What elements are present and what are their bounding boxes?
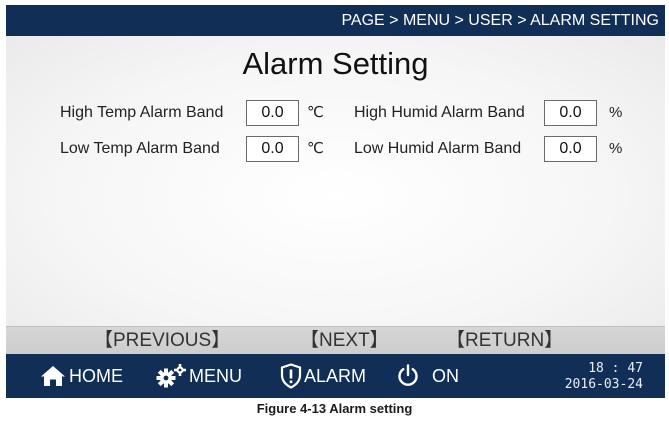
high-humid-alarm-band-input[interactable]: 0.0 — [544, 100, 597, 126]
gear-icon — [156, 363, 188, 389]
alarm-label: ALARM — [304, 365, 367, 386]
breadcrumb: PAGE > MENU > USER > ALARM SETTING — [341, 12, 659, 29]
top-bar: PAGE > MENU > USER > ALARM SETTING — [6, 5, 665, 36]
return-button[interactable]: 【RETURN】 — [446, 327, 563, 355]
high-humid-unit: % — [609, 104, 623, 121]
clock-date: 2016-03-24 — [564, 377, 643, 392]
home-button[interactable]: HOME — [40, 354, 123, 398]
high-temp-alarm-band-input[interactable]: 0.0 — [246, 100, 299, 126]
power-status-label: ON — [432, 365, 459, 386]
high-humid-alarm-band-label: High Humid Alarm Band — [354, 104, 525, 121]
shield-alert-icon — [280, 363, 302, 389]
power-button[interactable]: ON — [396, 354, 459, 398]
previous-button[interactable]: 【PREVIOUS】 — [94, 327, 230, 355]
low-humid-alarm-band-label: Low Humid Alarm Band — [354, 140, 522, 157]
clock: 18 : 47 2016-03-24 — [565, 361, 643, 393]
low-humid-unit: % — [609, 140, 623, 157]
bottom-bar: HOME MENU ALARM ON 18: 47 2016-03-24 — [6, 354, 665, 398]
menu-button[interactable]: MENU — [156, 354, 242, 398]
clock-time: 18 : 47 — [588, 361, 643, 376]
low-temp-alarm-band-input[interactable]: 0.0 — [246, 136, 299, 162]
high-temp-alarm-band-label: High Temp Alarm Band — [60, 104, 224, 121]
page-navigation-row: 【PREVIOUS】 【NEXT】 【RETURN】 — [6, 326, 665, 355]
next-button[interactable]: 【NEXT】 — [300, 327, 389, 355]
alarm-button[interactable]: ALARM — [280, 354, 366, 398]
page-title: Alarm Setting — [242, 46, 429, 81]
home-icon — [40, 365, 66, 387]
home-label: HOME — [69, 365, 123, 386]
settings-panel: Alarm Setting High Temp Alarm Band 0.0 ℃… — [6, 36, 665, 326]
low-humid-alarm-band-input[interactable]: 0.0 — [544, 136, 597, 162]
menu-label: MENU — [189, 365, 242, 386]
hmi-screen: PAGE > MENU > USER > ALARM SETTING Alarm… — [6, 5, 665, 398]
power-icon — [396, 364, 420, 388]
figure-caption: Figure 4-13 Alarm setting — [256, 401, 413, 416]
high-temp-unit: ℃ — [307, 104, 324, 121]
low-temp-unit: ℃ — [307, 140, 324, 157]
low-temp-alarm-band-label: Low Temp Alarm Band — [60, 140, 220, 157]
